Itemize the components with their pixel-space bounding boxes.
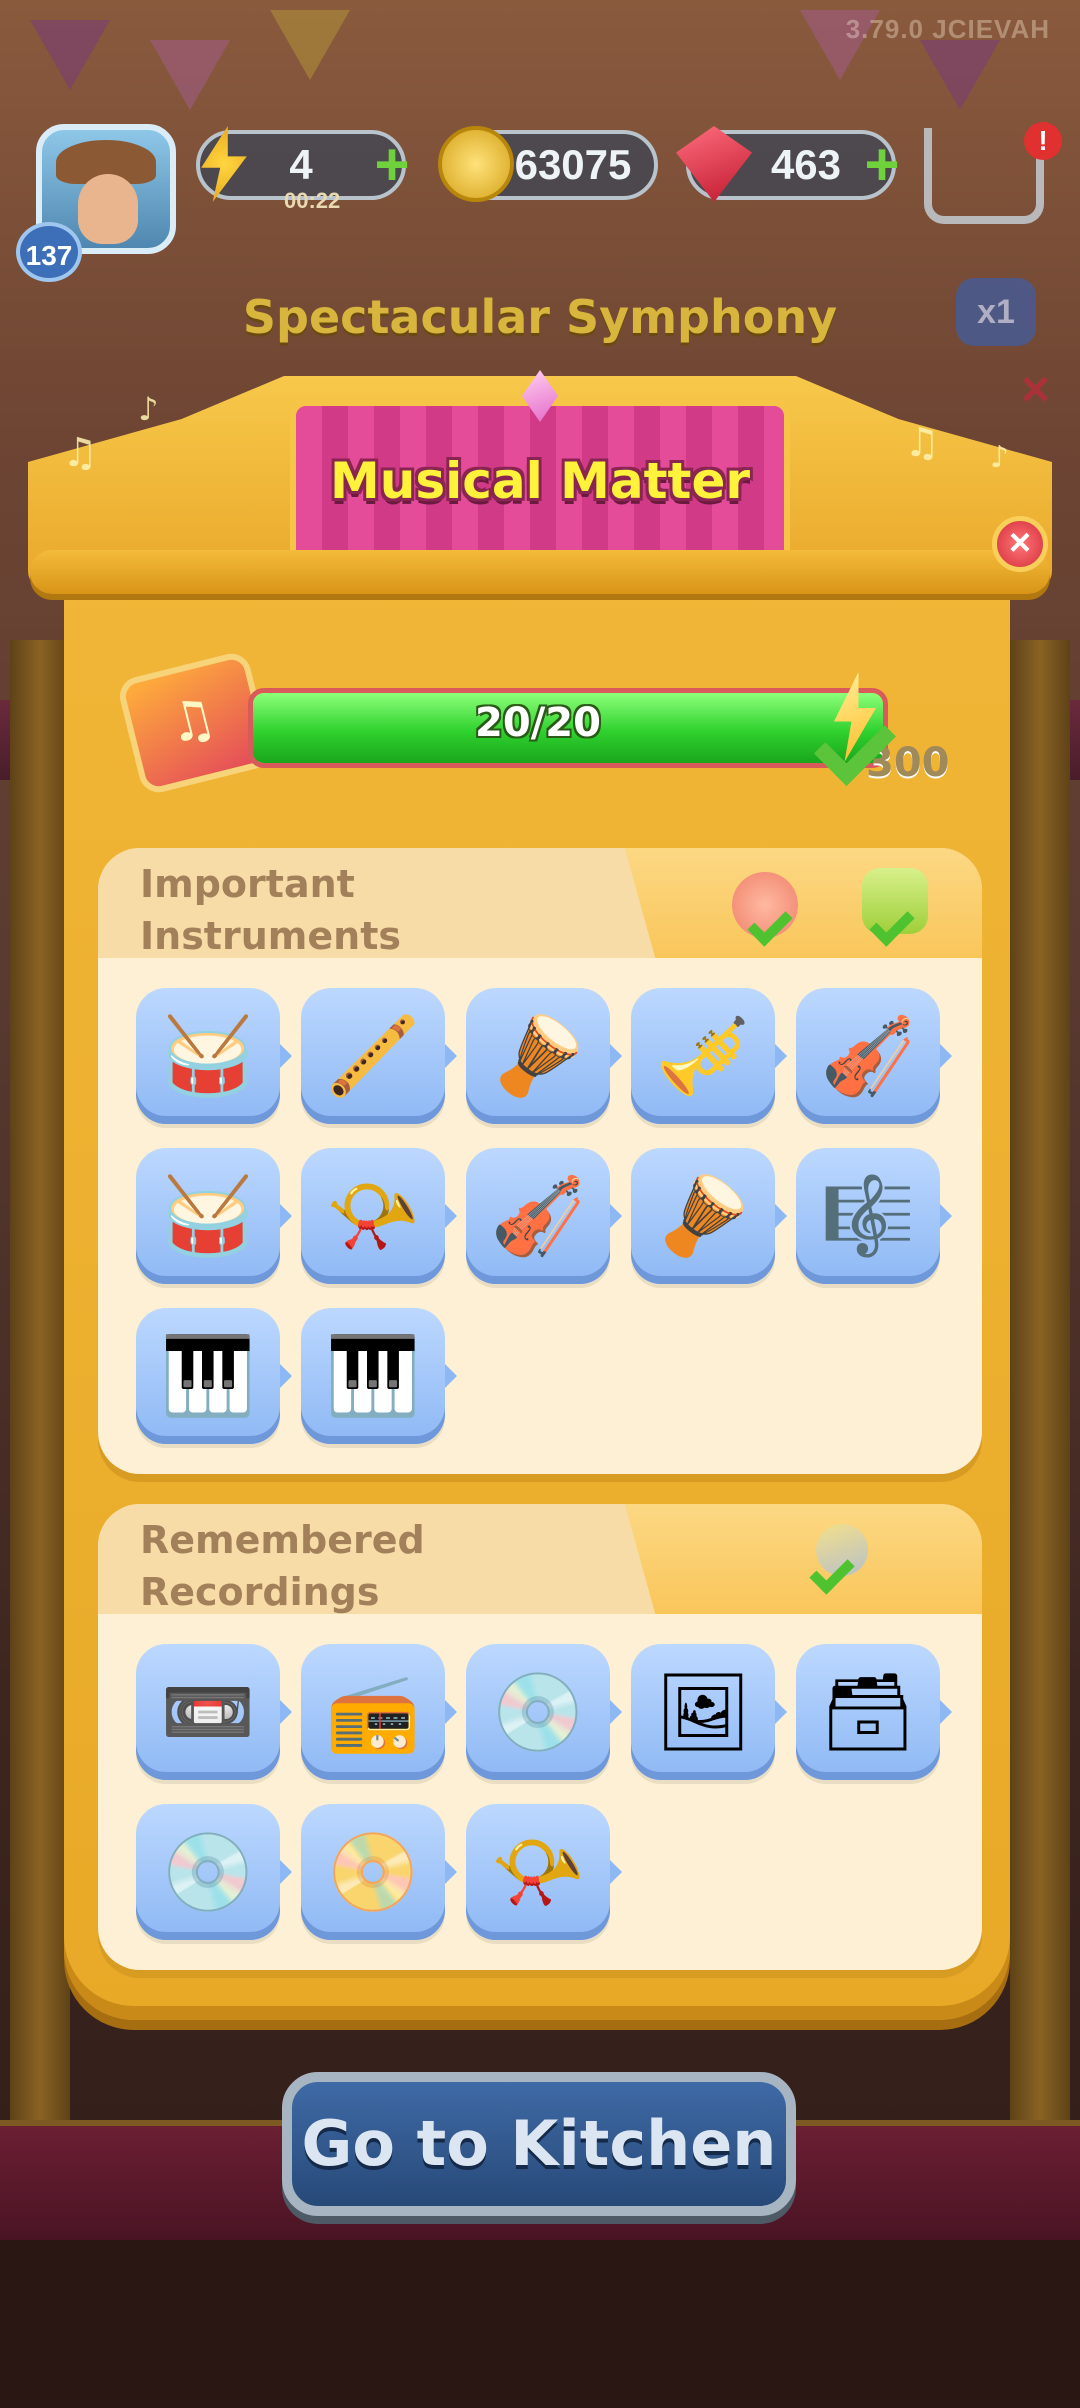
drum-icon: 🥁 (160, 1171, 256, 1260)
cymbals-icon: 🥁 (160, 1011, 256, 1100)
gem-counter[interactable]: 463 + (676, 126, 900, 202)
chain-arrow-icon (940, 1044, 952, 1068)
player-level-badge: 137 (16, 222, 82, 282)
record-crate-icon: 🗃 (819, 1667, 917, 1756)
progress-text: 20/20 (475, 700, 601, 746)
collection-item-tile[interactable]: 📯 (466, 1804, 622, 1940)
bass-drum-icon: 🪘 (655, 1171, 751, 1260)
vinyl-record-icon: 💿 (160, 1827, 256, 1916)
section-header: Important Instruments (98, 848, 982, 958)
multiplier-badge: x1 (956, 278, 1036, 346)
collection-item-tile[interactable]: 🥁 (136, 988, 292, 1124)
event-title-background: Spectacular Symphony (242, 290, 838, 344)
section-remembered-recordings: Remembered Recordings 📼 📻 💿 🖼 🗃 💿 📀 📯 (98, 1504, 982, 1970)
recording-grid: 📼 📻 💿 🖼 🗃 💿 📀 📯 (136, 1644, 952, 1940)
collection-item-tile[interactable]: 🖼 (631, 1644, 787, 1780)
flute-icon: 🪈 (325, 1011, 421, 1100)
collection-item-tile[interactable]: 🗃 (796, 1644, 952, 1780)
chain-arrow-icon (940, 1204, 952, 1228)
header-base-bar (30, 550, 1050, 594)
chain-arrow-icon (610, 1204, 622, 1228)
collection-item-tile[interactable]: 📀 (301, 1804, 457, 1940)
collection-item-tile[interactable]: 🎻 (796, 988, 952, 1124)
collection-item-tile[interactable]: 🥁 (136, 1148, 292, 1284)
chain-arrow-icon (610, 1044, 622, 1068)
music-note-icon: ♪ (138, 390, 159, 428)
cassette-tape-icon: 📼 (160, 1667, 256, 1756)
xylophone-icon: 🎹 (160, 1331, 256, 1420)
chain-arrow-icon (445, 1364, 457, 1388)
collection-item-tile[interactable]: 🪘 (466, 988, 622, 1124)
chain-arrow-icon (280, 1860, 292, 1884)
section-title: Remembered Recordings (140, 1518, 425, 1614)
add-energy-button[interactable]: + (366, 135, 418, 195)
trumpet-icon: 🎺 (655, 1011, 751, 1100)
chain-arrow-icon (445, 1700, 457, 1724)
section-title: Important Instruments (140, 862, 401, 958)
tambourine-icon: 🪘 (490, 1011, 586, 1100)
collection-item-tile[interactable]: 📼 (136, 1644, 292, 1780)
stage-floor (0, 2240, 1080, 2408)
collection-item-tile[interactable]: 💿 (466, 1644, 622, 1780)
background-close-icon: × (1020, 361, 1050, 417)
section-important-instruments: Important Instruments 🥁 🪈 🪘 🎺 🎻 🥁 📯 🎻 🪘 🎼 🎹 🎹 (98, 848, 982, 1474)
chain-arrow-icon (280, 1204, 292, 1228)
cello-icon: 🎻 (490, 1171, 586, 1260)
collection-item-tile[interactable]: 📻 (301, 1644, 457, 1780)
grand-piano-icon: 🎹 (325, 1331, 421, 1420)
photo-stack-icon: 🖼 (654, 1667, 752, 1756)
stage-pillar-left (10, 640, 70, 2140)
add-gems-button[interactable]: + (856, 135, 908, 195)
chain-arrow-icon (445, 1204, 457, 1228)
chain-arrow-icon (280, 1700, 292, 1724)
gem-value: 463 (770, 141, 842, 188)
section-rewards-area (624, 848, 982, 958)
section-header: Remembered Recordings (98, 1504, 982, 1614)
collection-item-tile[interactable]: 🎹 (136, 1308, 292, 1444)
chain-arrow-icon (610, 1860, 622, 1884)
collection-item-tile[interactable]: 📯 (301, 1148, 457, 1284)
music-note-icon: ♫ (904, 420, 940, 466)
cd-case-icon: 💿 (490, 1667, 586, 1756)
cassette-player-icon: 📻 (325, 1667, 421, 1756)
chain-arrow-icon (775, 1204, 787, 1228)
chain-arrow-icon (445, 1044, 457, 1068)
music-note-icon: ♪ (990, 440, 1010, 475)
stage-pillar-right (1010, 640, 1070, 2140)
collection-item-tile[interactable]: 🎹 (301, 1308, 457, 1444)
close-button[interactable]: × (992, 516, 1048, 572)
chain-arrow-icon (280, 1364, 292, 1388)
version-label: 3.79.0 JCIEVAH (845, 14, 1050, 44)
chain-arrow-icon (610, 1700, 622, 1724)
collection-item-tile[interactable]: 🪈 (301, 988, 457, 1124)
section-rewards-area (624, 1504, 982, 1614)
coin-icon (438, 126, 514, 202)
energy-timer: 00:22 (284, 188, 341, 213)
collection-item-tile[interactable]: 🎺 (631, 988, 787, 1124)
modal-title: Musical Matter (329, 452, 751, 510)
violin-icon: 🎻 (820, 1011, 916, 1100)
record-player-icon: 📀 (325, 1827, 421, 1916)
collection-item-tile[interactable]: 🎻 (466, 1148, 622, 1284)
avatar-face (78, 174, 138, 244)
chain-arrow-icon (775, 1700, 787, 1724)
go-to-kitchen-button[interactable]: Go to Kitchen (282, 2072, 796, 2216)
french-horn-icon: 📯 (325, 1171, 421, 1260)
shop-alert-badge: ! (1024, 122, 1062, 160)
coin-value: 63075 (514, 141, 632, 188)
collection-item-tile[interactable]: 💿 (136, 1804, 292, 1940)
instrument-grid: 🥁 🪈 🪘 🎺 🎻 🥁 📯 🎻 🪘 🎼 🎹 🎹 (136, 988, 952, 1444)
gramophone-icon: 📯 (490, 1827, 586, 1916)
chain-arrow-icon (775, 1044, 787, 1068)
chain-arrow-icon (940, 1700, 952, 1724)
music-note-icon: ♫ (62, 430, 98, 476)
harp-icon: 🎼 (820, 1171, 916, 1260)
energy-value: 4 (289, 141, 313, 188)
chain-arrow-icon (280, 1044, 292, 1068)
collection-item-tile[interactable]: 🪘 (631, 1148, 787, 1284)
collection-item-tile[interactable]: 🎼 (796, 1148, 952, 1284)
coin-counter[interactable]: 63075 (438, 126, 658, 202)
chain-arrow-icon (445, 1860, 457, 1884)
